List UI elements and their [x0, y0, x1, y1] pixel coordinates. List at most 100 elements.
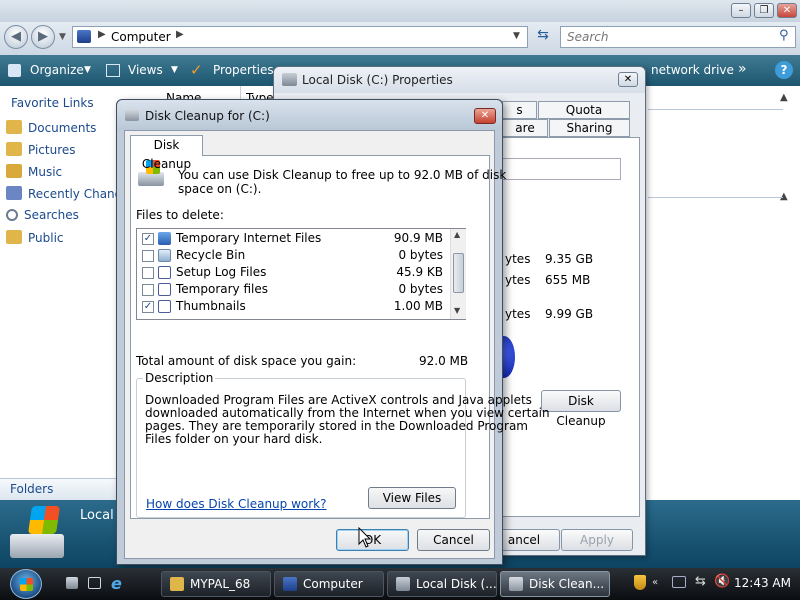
search-icon [6, 209, 18, 221]
checkbox[interactable]: ✓ [142, 301, 154, 313]
scroll-thumb[interactable] [453, 253, 464, 293]
start-button[interactable] [10, 569, 42, 599]
description-line: pages. They are temporarily stored in th… [145, 419, 528, 433]
minimize-button[interactable]: – [731, 3, 751, 18]
list-item[interactable]: Recycle Bin 0 bytes [137, 247, 449, 264]
close-button[interactable]: ✕ [618, 72, 638, 87]
label-field[interactable] [503, 158, 621, 180]
favorite-music[interactable]: Music [6, 164, 118, 184]
security-shield-icon[interactable] [634, 575, 646, 590]
group-divider [648, 197, 783, 198]
map-network-drive-button[interactable]: network drive [651, 63, 734, 77]
organize-button[interactable]: Organize [30, 63, 84, 77]
help-link[interactable]: How does Disk Cleanup work? [146, 497, 327, 511]
help-icon[interactable]: ? [775, 61, 793, 79]
used-space-unit: ytes [505, 252, 531, 266]
address-text[interactable]: Computer [111, 30, 171, 44]
list-item[interactable]: Setup Log Files 45.9 KB [137, 264, 449, 281]
file-size: 0 bytes [398, 248, 443, 262]
favorite-pictures[interactable]: Pictures [6, 142, 118, 162]
close-button[interactable]: ✕ [474, 108, 496, 124]
search-box[interactable]: Search ⚲ [560, 26, 796, 48]
list-item[interactable]: Temporary files 0 bytes [137, 281, 449, 298]
disk-cleanup-body: Disk Cleanup You can use Disk Cleanup to… [124, 130, 550, 559]
free-space-unit: ytes [505, 273, 531, 287]
tab-partial[interactable]: are [502, 119, 548, 137]
maximize-button[interactable]: ❐ [754, 3, 774, 18]
switch-windows-icon[interactable] [88, 577, 101, 589]
refresh-icon[interactable]: ⇆ [532, 27, 554, 47]
list-item[interactable]: ✓ Temporary Internet Files 90.9 MB [137, 230, 449, 247]
properties-button[interactable]: Properties [213, 63, 274, 77]
forward-button[interactable]: ▶ [31, 25, 55, 49]
scroll-up-icon[interactable]: ▲ [454, 230, 460, 239]
search-placeholder: Search [567, 30, 609, 44]
tray-expand-icon[interactable]: « [652, 577, 658, 588]
views-icon [106, 64, 120, 77]
close-button[interactable]: ✕ [777, 3, 797, 18]
list-item[interactable]: ✓ Thumbnails 1.00 MB [137, 298, 449, 315]
properties-title: Local Disk (C:) Properties [302, 73, 453, 87]
recent-pages-arrow-icon[interactable]: ▼ [59, 32, 66, 42]
taskbar-button-local-disk[interactable]: Local Disk (... [387, 571, 497, 597]
view-files-button[interactable]: View Files [368, 487, 456, 509]
file-name: Thumbnails [176, 299, 246, 313]
taskbar-button-mypal[interactable]: MYPAL_68 [161, 571, 271, 597]
folder-icon [170, 577, 184, 591]
disk-cleanup-button[interactable]: Disk Cleanup [541, 390, 621, 428]
favorite-documents[interactable]: Documents [6, 120, 118, 140]
show-desktop-icon[interactable] [66, 577, 78, 589]
address-row: ◀ ▶ ▼ ▶ Computer ▶ ▼ ⇆ Search ⚲ [0, 22, 800, 55]
computer-icon [283, 577, 297, 591]
properties-titlebar: Local Disk (C:) Properties ✕ [274, 67, 645, 93]
taskbar-button-disk-cleanup[interactable]: Disk Clean... [500, 571, 610, 597]
properties-tabpanel: ytes 9.35 GB ytes 655 MB ytes 9.99 GB Di… [493, 137, 640, 517]
collapse-arrow-icon[interactable]: ▲ [780, 92, 788, 103]
tab-disk-cleanup[interactable]: Disk Cleanup [130, 135, 203, 171]
file-name: Recycle Bin [176, 248, 246, 262]
free-space-value: 655 MB [545, 273, 591, 287]
navigation-pane: Favorite Links Documents Pictures Music … [0, 86, 118, 500]
apply-button[interactable]: Apply [561, 529, 633, 551]
toolbar-overflow-icon[interactable]: » [738, 61, 747, 77]
windows-logo-icon [20, 578, 33, 591]
tab-quota[interactable]: Quota [538, 101, 630, 119]
document-icon [158, 266, 171, 279]
tab-partial[interactable]: s [502, 101, 537, 119]
total-label: Total amount of disk space you gain: [136, 354, 357, 368]
tab-sharing[interactable]: Sharing [549, 119, 630, 137]
network-icon[interactable] [672, 576, 686, 588]
address-bar[interactable]: ▶ Computer ▶ ▼ [72, 26, 528, 48]
cancel-button[interactable]: Cancel [417, 529, 490, 551]
files-to-delete-list[interactable]: ✓ Temporary Internet Files 90.9 MB Recyc… [136, 228, 466, 320]
details-title: Local [80, 508, 114, 523]
views-button[interactable]: Views [128, 63, 163, 77]
address-dropdown-icon[interactable]: ▼ [513, 31, 520, 41]
mouse-cursor-icon [358, 527, 372, 548]
back-button[interactable]: ◀ [4, 25, 28, 49]
volume-muted-icon[interactable]: 🔇 [714, 574, 730, 589]
disk-cleanup-dialog: Disk Cleanup for (C:) ✕ Disk Cleanup You… [116, 99, 550, 565]
chevron-down-icon[interactable]: ▼ [171, 65, 178, 75]
description-line: downloaded automatically from the Intern… [145, 406, 550, 420]
internet-explorer-icon[interactable]: e [111, 574, 122, 593]
search-icon[interactable]: ⚲ [779, 28, 789, 43]
folders-toggle[interactable]: Folders [0, 478, 118, 500]
checkbox[interactable]: ✓ [142, 233, 154, 245]
checkbox[interactable] [142, 284, 154, 296]
network-status-icon[interactable]: ⇆ [695, 574, 706, 589]
taskbar-button-computer[interactable]: Computer [274, 571, 384, 597]
ok-button[interactable]: OK [336, 529, 409, 551]
list-scrollbar[interactable]: ▲ ▼ [450, 229, 466, 319]
favorite-public[interactable]: Public [6, 230, 118, 250]
checkbox[interactable] [142, 267, 154, 279]
scroll-down-icon[interactable]: ▼ [454, 306, 460, 315]
favorite-searches[interactable]: Searches [6, 208, 118, 228]
favorite-recently-changed[interactable]: Recently Changed [6, 186, 118, 206]
breadcrumb-arrow-icon[interactable]: ▶ [98, 29, 106, 40]
breadcrumb-arrow-icon[interactable]: ▶ [176, 29, 184, 40]
clock[interactable]: 12:43 AM [734, 576, 791, 590]
favorite-links-heading: Favorite Links [11, 96, 94, 110]
checkbox[interactable] [142, 250, 154, 262]
chevron-down-icon[interactable]: ▼ [84, 65, 91, 75]
